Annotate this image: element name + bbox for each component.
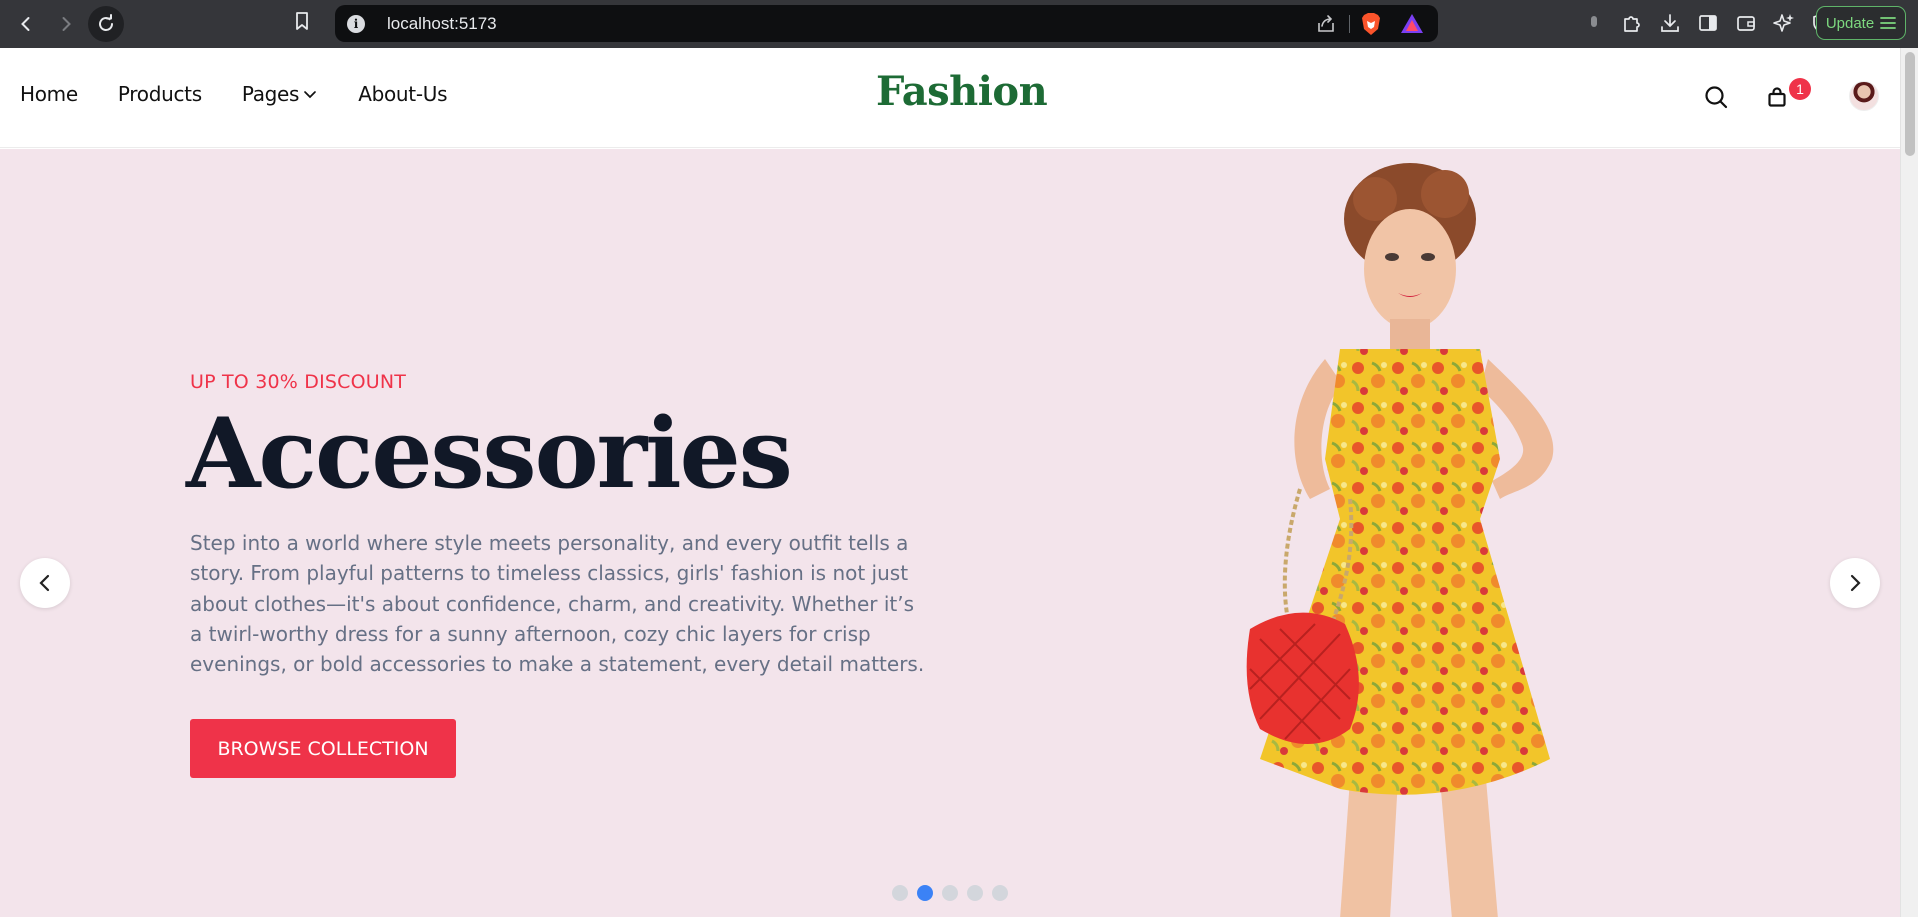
search-icon <box>1705 86 1728 109</box>
forward-button[interactable] <box>48 6 84 42</box>
brave-rewards-icon[interactable] <box>1400 13 1424 39</box>
cart-count-badge: 1 <box>1789 78 1811 100</box>
brave-shield-icon[interactable] <box>1360 12 1382 40</box>
page-viewport: Home Products Pages About-Us Fashion 1 U… <box>0 48 1900 917</box>
browse-collection-button[interactable]: BROWSE COLLECTION <box>190 719 456 778</box>
slider-dot-5[interactable] <box>992 885 1008 901</box>
cart-icon <box>1768 87 1786 107</box>
update-button[interactable]: Update <box>1816 6 1906 40</box>
slider-dot-4[interactable] <box>967 885 983 901</box>
share-icon[interactable] <box>1316 14 1336 38</box>
main-nav: Home Products Pages About-Us <box>20 82 487 106</box>
hero-description: Step into a world where style meets pers… <box>190 531 925 677</box>
update-label: Update <box>1825 14 1875 32</box>
info-icon[interactable]: i <box>347 14 365 33</box>
site-header: Home Products Pages About-Us Fashion 1 <box>0 48 1900 148</box>
slider-next-button[interactable] <box>1830 558 1880 608</box>
slider-dots <box>892 885 1008 901</box>
nav-home[interactable]: Home <box>20 82 78 106</box>
avatar[interactable] <box>1849 81 1879 111</box>
divider <box>1349 15 1350 33</box>
back-icon <box>21 17 30 31</box>
hero-slider: UP TO 30% DISCOUNT Accessories Step into… <box>0 149 1900 917</box>
extensions-area <box>1582 11 1834 35</box>
chevron-left-icon <box>39 574 50 592</box>
download-icon[interactable] <box>1658 11 1682 35</box>
site-logo[interactable]: Fashion <box>876 68 1048 115</box>
wallet-icon[interactable] <box>1734 11 1758 35</box>
leo-ai-icon[interactable] <box>1772 11 1796 35</box>
hero-eyebrow: UP TO 30% DISCOUNT <box>190 371 407 393</box>
reload-icon <box>99 14 113 31</box>
nav-pages-label: Pages <box>241 82 300 106</box>
slider-dot-3[interactable] <box>942 885 958 901</box>
nav-about-us[interactable]: About-Us <box>358 82 447 106</box>
back-button[interactable] <box>8 6 44 42</box>
chevron-right-icon <box>1850 574 1861 592</box>
menu-icon <box>1880 17 1897 29</box>
browser-toolbar: i localhost:5173 Update <box>0 0 1918 48</box>
bookmark-button[interactable] <box>292 10 312 36</box>
page-scrollbar[interactable] <box>1900 48 1918 917</box>
nav-pages[interactable]: Pages <box>242 82 318 106</box>
sidebar-icon[interactable] <box>1696 11 1720 35</box>
forward-icon <box>62 17 71 31</box>
search-button[interactable] <box>1703 84 1729 114</box>
slider-dot-1[interactable] <box>892 885 908 901</box>
url-text: localhost:5173 <box>387 13 497 33</box>
puzzle-icon[interactable] <box>1620 11 1644 35</box>
slider-dot-2[interactable] <box>917 885 933 901</box>
mic-icon[interactable] <box>1582 11 1606 35</box>
bookmark-icon <box>296 12 308 30</box>
hero-title: Accessories <box>186 397 793 510</box>
chevron-down-icon <box>302 86 318 102</box>
scrollbar-thumb[interactable] <box>1905 52 1915 156</box>
slider-prev-button[interactable] <box>20 558 70 608</box>
nav-products[interactable]: Products <box>118 82 202 106</box>
hero-model-image <box>1246 163 1554 917</box>
address-bar[interactable]: i localhost:5173 <box>335 5 1438 42</box>
reload-button[interactable] <box>88 6 124 42</box>
cart-button[interactable] <box>1767 86 1787 112</box>
